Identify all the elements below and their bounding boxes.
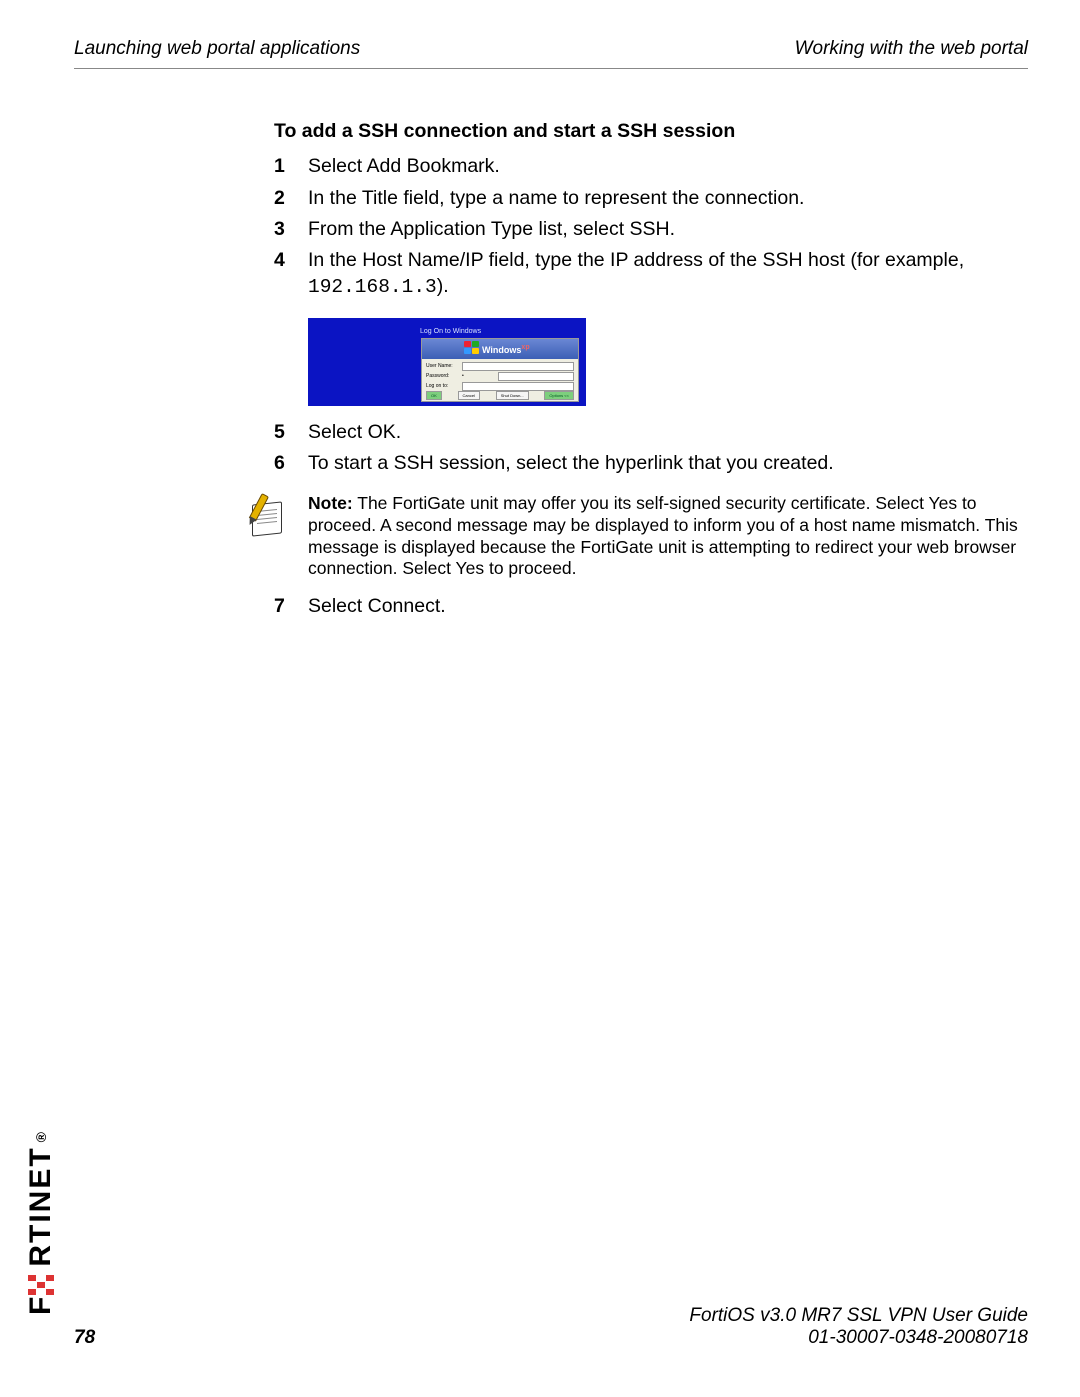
user-field <box>462 362 574 371</box>
body-content: To add a SSH connection and start a SSH … <box>274 119 1028 620</box>
note-icon-wrap <box>228 493 308 581</box>
logon-field <box>462 382 574 391</box>
step-text: To start a SSH session, select the hyper… <box>308 451 1028 476</box>
step-text: In the Title field, type a name to repre… <box>308 186 1028 211</box>
step-text: Select Add Bookmark. <box>308 154 1028 179</box>
header-left: Launching web portal applications <box>74 38 360 60</box>
page-footer: 78 FortiOS v3.0 MR7 SSL VPN User Guide 0… <box>74 1305 1028 1349</box>
step-row: 6To start a SSH session, select the hype… <box>274 451 1028 476</box>
step-number: 2 <box>274 186 308 211</box>
step-number: 1 <box>274 154 308 179</box>
note-label: Note: <box>308 493 353 513</box>
step-row: 5Select OK. <box>274 420 1028 445</box>
step-row: 3From the Application Type list, select … <box>274 217 1028 242</box>
step-row: 1Select Add Bookmark. <box>274 154 1028 179</box>
header-right: Working with the web portal <box>795 38 1028 60</box>
step-number: 6 <box>274 451 308 476</box>
portal-form: User Name: Password: • Log on to: <box>422 359 578 393</box>
options-button: Options << <box>544 391 574 400</box>
cancel-button: Cancel <box>458 391 480 400</box>
step4-code: 192.168.1.3 <box>308 276 437 298</box>
brand-pre: F <box>24 1295 58 1315</box>
password-field <box>498 372 574 381</box>
step-number: 4 <box>274 248 308 300</box>
password-label: Password: <box>426 373 462 380</box>
step-text: In the Host Name/IP field, type the IP a… <box>308 248 1028 300</box>
step-row: 2In the Title field, type a name to repr… <box>274 186 1028 211</box>
portal-buttons: OK Cancel Shut Down... Options << <box>426 391 574 400</box>
step-number: 7 <box>274 594 308 619</box>
page-number: 78 <box>74 1327 95 1349</box>
shutdown-button: Shut Down... <box>496 391 529 400</box>
password-dots: • <box>462 373 498 380</box>
note-pencil-icon <box>246 493 290 537</box>
windows-text: Windowsxp <box>482 343 530 357</box>
footer-right: FortiOS v3.0 MR7 SSL VPN User Guide 01-3… <box>689 1305 1028 1349</box>
ok-button: OK <box>426 391 442 400</box>
step-row: 7Select Connect. <box>274 594 1028 619</box>
step-text: From the Application Type list, select S… <box>308 217 1028 242</box>
windows-logo-icon <box>464 341 480 355</box>
note-block: Note: The FortiGate unit may offer you i… <box>228 493 1028 581</box>
step4-suffix: ). <box>437 275 449 297</box>
brand-post: RTINET <box>24 1146 58 1266</box>
running-header: Launching web portal applications Workin… <box>74 38 1028 60</box>
embedded-screenshot: Log On to Windows Windowsxp User Name: <box>308 318 1028 406</box>
portal-panel: Log On to Windows Windowsxp User Name: <box>421 338 579 402</box>
step-number: 5 <box>274 420 308 445</box>
fortinet-logo: F RTINET ® <box>24 1130 58 1315</box>
brand-mark: ® <box>33 1130 49 1142</box>
step-number: 3 <box>274 217 308 242</box>
portal-window: Log On to Windows Windowsxp User Name: <box>308 318 586 406</box>
note-body: The FortiGate unit may offer you its sel… <box>308 493 1018 579</box>
section-title: To add a SSH connection and start a SSH … <box>274 119 1028 144</box>
logon-label: Log on to: <box>426 383 462 390</box>
user-label: User Name: <box>426 363 462 370</box>
portal-banner-title: Log On to Windows <box>420 327 481 336</box>
step-text: Select Connect. <box>308 594 1028 619</box>
header-rule <box>74 68 1028 69</box>
note-text: Note: The FortiGate unit may offer you i… <box>308 493 1028 581</box>
doc-number: 01-30007-0348-20080718 <box>689 1327 1028 1349</box>
step-row: 4 In the Host Name/IP field, type the IP… <box>274 248 1028 300</box>
guide-title: FortiOS v3.0 MR7 SSL VPN User Guide <box>689 1305 1028 1327</box>
brand-glyph-icon <box>28 1273 54 1295</box>
step4-prefix: In the Host Name/IP field, type the IP a… <box>308 249 964 271</box>
step-text: Select OK. <box>308 420 1028 445</box>
portal-banner: Windowsxp <box>422 339 578 359</box>
